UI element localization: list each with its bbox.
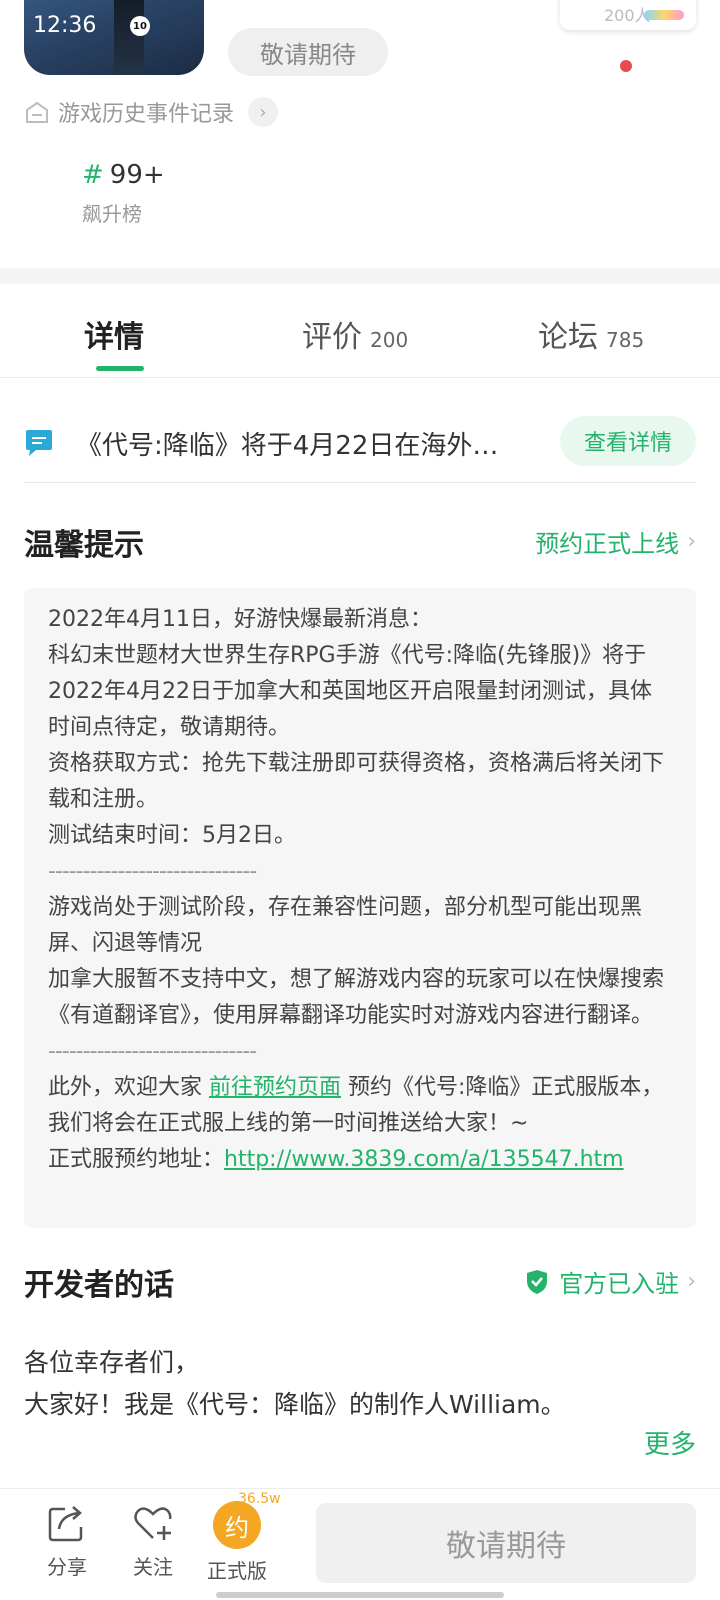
reserve-official-label: 预约正式上线	[535, 530, 680, 558]
reserve-url-link[interactable]: http://www.3839.com/a/135547.htm	[224, 1147, 624, 1172]
tips-footer: 此外，欢迎大家 前往预约页面 预约《代号:降临》正式服版本，我们将会在正式服上线…	[48, 1070, 672, 1142]
verified-shield-icon	[527, 1269, 548, 1294]
status-pill: 敬请期待	[228, 28, 388, 76]
notice-text: 《代号:降临》将于4月22日在海外开启限量封闭测试	[76, 430, 516, 461]
follow-button[interactable]: 关注	[118, 1501, 188, 1580]
tab-label: 详情	[84, 320, 144, 355]
tab-count: 785	[606, 328, 645, 352]
divider	[24, 482, 696, 483]
reserve-count: 36.5w	[238, 1491, 281, 1507]
official-version-label: 正式版	[207, 1559, 267, 1583]
official-label: 官方已入驻	[559, 1270, 680, 1298]
coming-soon-button[interactable]: 敬请期待	[316, 1503, 696, 1583]
notification-dot	[620, 60, 632, 72]
tips-line: 游戏尚处于测试阶段，存在兼容性问题，部分机型可能出现黑屏、闪退等情况	[48, 895, 643, 956]
address-label: 正式服预约地址：	[48, 1147, 225, 1172]
bottom-action-bar: 分享 关注 约 36.5w 正式版 敬请期待	[0, 1488, 720, 1600]
share-icon	[48, 1506, 83, 1542]
hash-icon: #	[82, 160, 104, 190]
active-tab-indicator	[96, 366, 144, 371]
status-time: 12:36	[33, 13, 97, 38]
heart-plus-icon	[134, 1507, 172, 1540]
developer-line: 各位幸存者们，	[24, 1348, 200, 1377]
popup-card-peek: 200人	[560, 0, 696, 30]
tips-address: 正式服预约地址：http://www.3839.com/a/135547.htm	[48, 1142, 672, 1178]
tips-line: 科幻末世题材大世界生存RPG手游《代号:降临(先锋服)》将于2022年4月22日…	[48, 643, 652, 740]
chevron-right-icon: ›	[687, 1269, 696, 1294]
message-icon	[26, 430, 52, 456]
tab-forum[interactable]: 论坛 785	[538, 312, 644, 356]
reserve-page-link[interactable]: 前往预约页面	[209, 1075, 341, 1100]
reserve-official-link[interactable]: 预约正式上线 ›	[535, 524, 696, 559]
chevron-right-icon: ›	[687, 529, 696, 554]
rank-value: 99+	[109, 160, 165, 190]
tips-line: 资格获取方式：抢先下载注册即可获得资格，资格满后将关闭下载和注册。	[48, 751, 665, 812]
rank-label: 飙升榜	[82, 202, 142, 226]
chevron-right-icon: ›	[248, 97, 279, 127]
tips-separator: ------------------------------	[48, 859, 257, 884]
rank-box[interactable]: #99+ 飙升榜	[82, 160, 165, 227]
reserve-badge-icon: 约	[213, 1501, 261, 1549]
tab-bar: 详情 评价 200 论坛 785	[0, 284, 720, 378]
building-icon	[26, 101, 48, 123]
home-indicator	[216, 1592, 504, 1598]
history-events-link[interactable]: 游戏历史事件记录 ›	[24, 94, 279, 130]
section-divider	[0, 268, 720, 284]
share-label: 分享	[47, 1555, 87, 1579]
view-details-button[interactable]: 查看详情	[560, 416, 696, 466]
developer-title: 开发者的话	[24, 1268, 174, 1303]
tips-line: 测试结束时间：5月2日。	[48, 823, 296, 848]
tab-label: 论坛	[538, 320, 598, 355]
rank-value-row: #99+	[82, 160, 165, 190]
history-label: 游戏历史事件记录	[58, 102, 235, 127]
news-notice[interactable]: 《代号:降临》将于4月22日在海外开启限量封闭测试 查看详情	[24, 412, 696, 474]
follow-label: 关注	[133, 1555, 173, 1579]
game-thumbnail[interactable]: 12:36 10	[24, 0, 204, 75]
official-version-button[interactable]: 约 36.5w 正式版	[202, 1491, 281, 1584]
developer-line: 大家好！我是《代号：降临》的制作人William。	[24, 1390, 566, 1419]
gradient-bar	[644, 10, 684, 20]
status-badge: 10	[130, 16, 150, 36]
footer-prefix: 此外，欢迎大家	[48, 1075, 209, 1100]
tips-line: 2022年4月11日，好游快爆最新消息：	[48, 607, 432, 632]
tips-separator: ------------------------------	[48, 1039, 257, 1064]
tips-title: 温馨提示	[24, 528, 144, 563]
more-link[interactable]: 更多	[644, 1424, 696, 1461]
share-button[interactable]: 分享	[32, 1501, 102, 1580]
game-character-art	[114, 0, 144, 75]
tab-label: 评价	[302, 320, 362, 355]
tab-count: 200	[370, 328, 409, 352]
tab-details[interactable]: 详情	[84, 312, 144, 356]
tips-content: 2022年4月11日，好游快爆最新消息： 科幻末世题材大世界生存RPG手游《代号…	[24, 588, 696, 1228]
tips-line: 加拿大服暂不支持中文，想了解游戏内容的玩家可以在快爆搜索《有道翻译官》，使用屏幕…	[48, 967, 665, 1028]
tab-reviews[interactable]: 评价 200	[302, 312, 408, 356]
official-joined-link[interactable]: 官方已入驻 ›	[525, 1264, 696, 1299]
developer-text: 各位幸存者们， 大家好！我是《代号：降临》的制作人William。	[24, 1342, 696, 1426]
